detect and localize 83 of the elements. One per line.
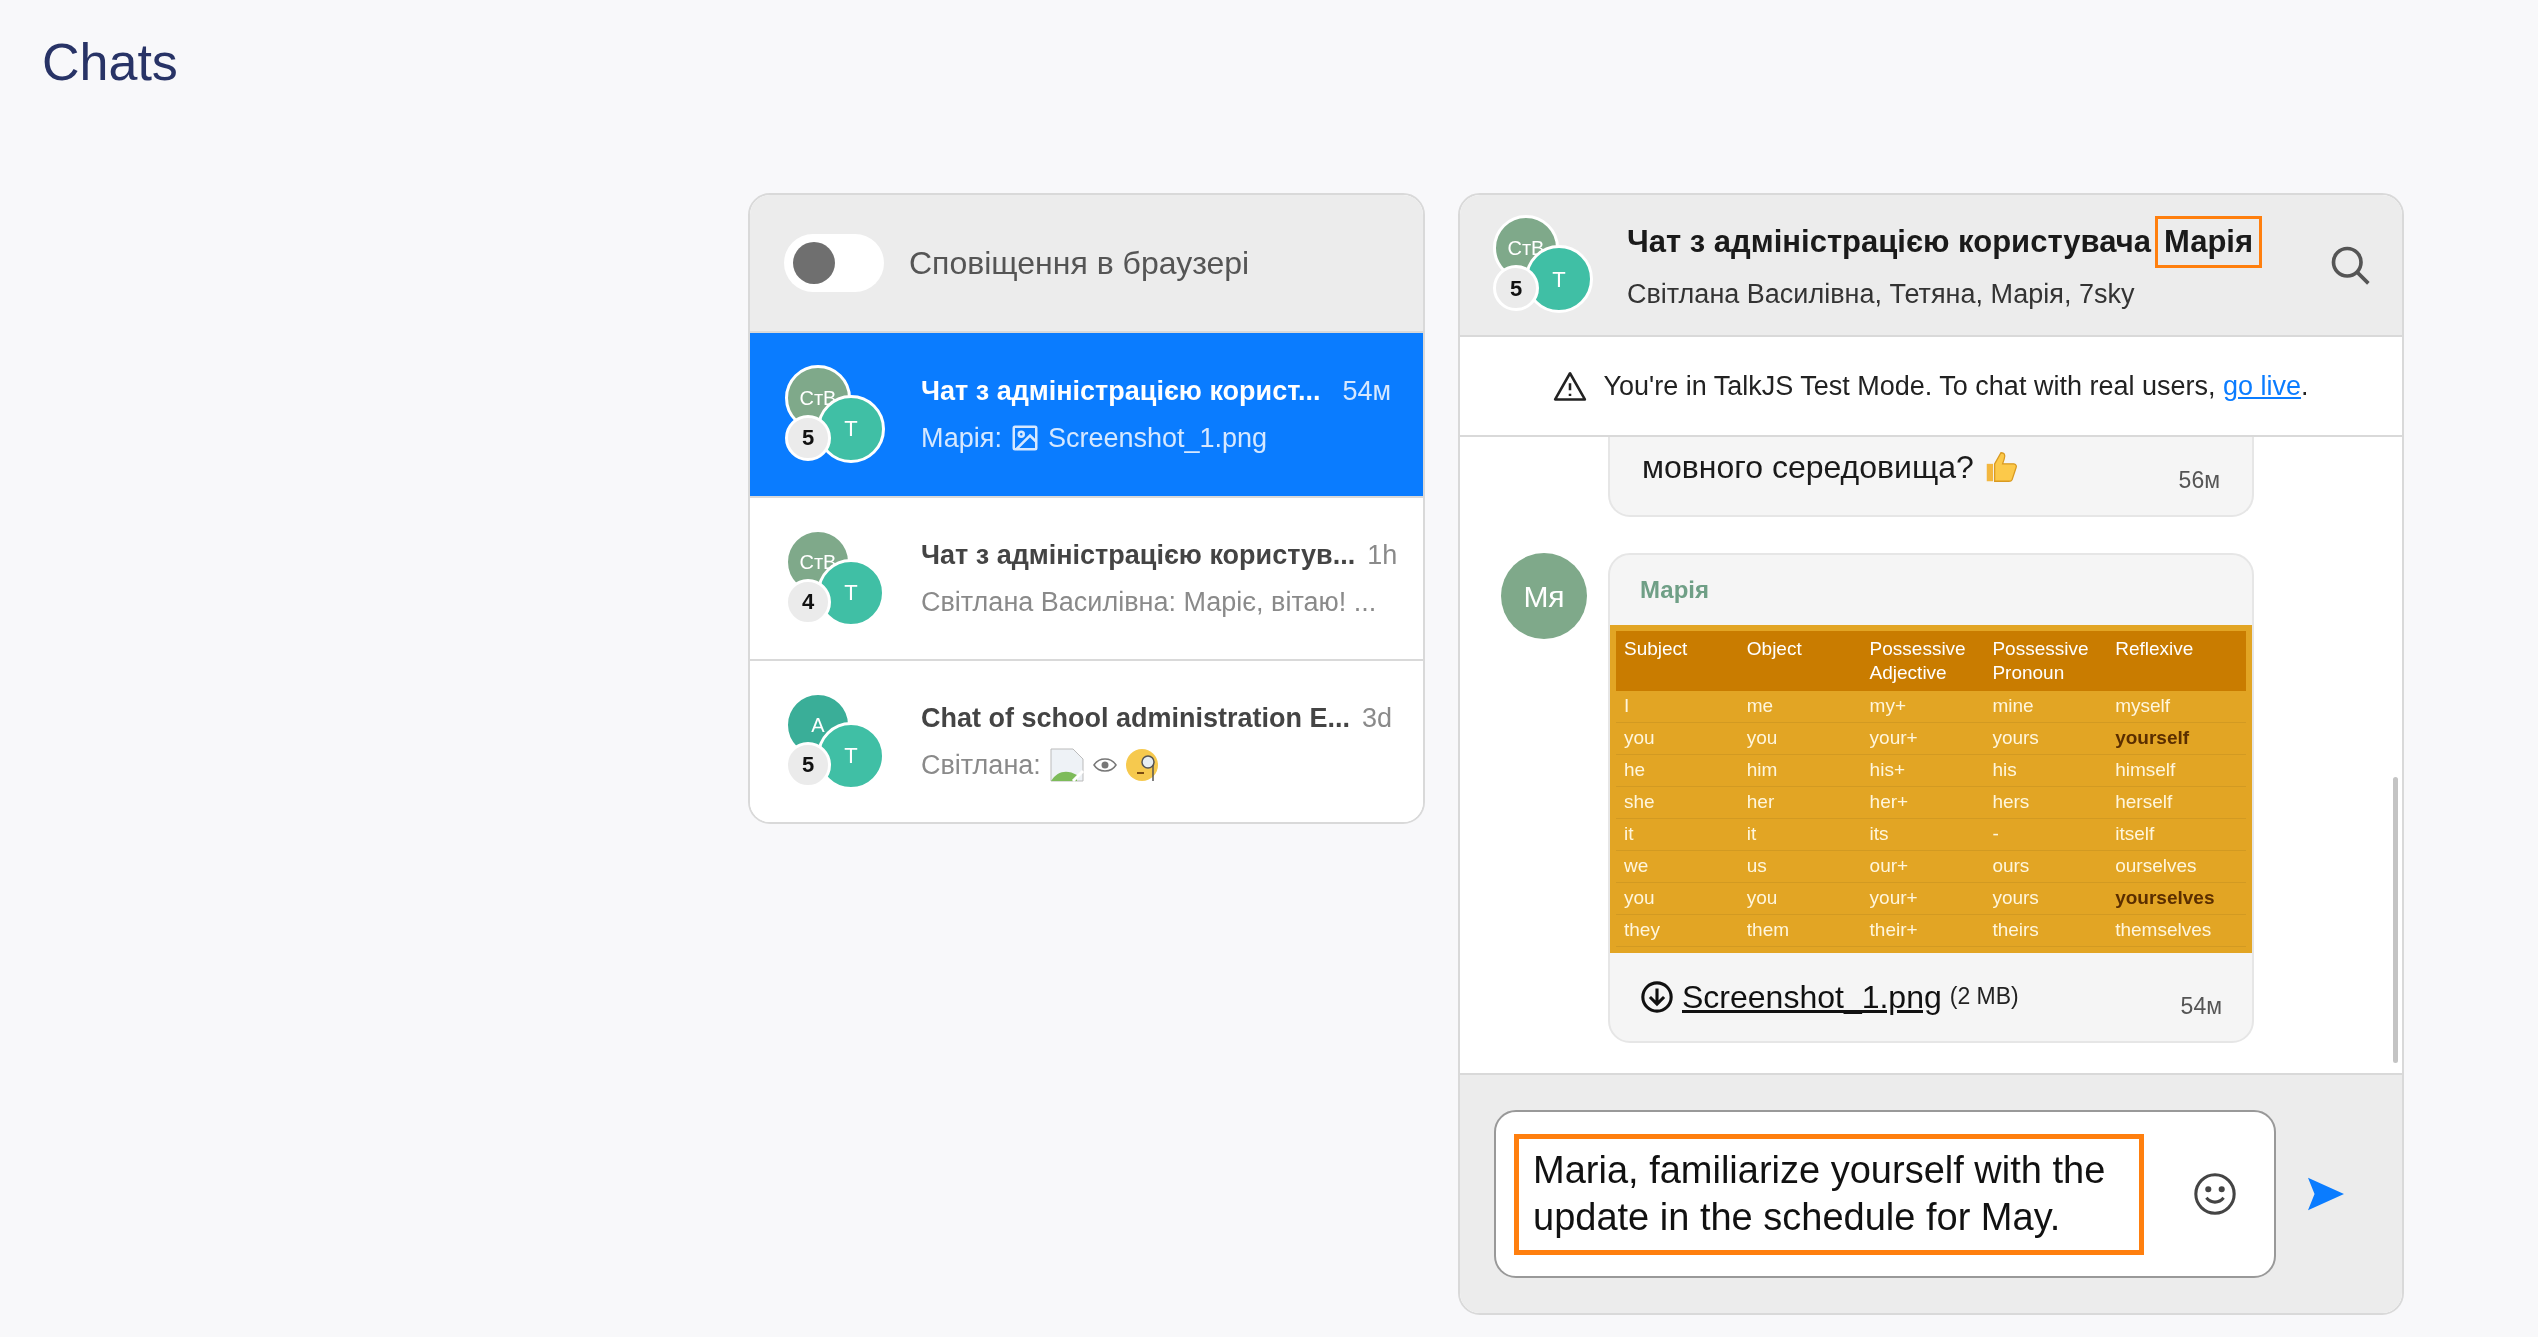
table-cell-text: she bbox=[1624, 789, 1656, 814]
table-cell-text: it bbox=[1746, 821, 1758, 846]
table-cell-text: he bbox=[1624, 757, 1647, 782]
table-cell-text: yourselves bbox=[2115, 885, 2216, 910]
table-cell-text: its bbox=[1869, 821, 1890, 846]
table-cell-text: itself bbox=[2115, 821, 2156, 846]
count-badge: 5 bbox=[1493, 265, 1539, 311]
table-cell-text: her bbox=[1746, 789, 1776, 814]
warning-icon bbox=[1553, 370, 1588, 402]
table-cell-text: us bbox=[1746, 853, 1768, 878]
conversation-title: Чат з адміністрацією корист... bbox=[921, 375, 1321, 408]
emoji-icon[interactable] bbox=[2192, 1171, 2238, 1217]
preview-sender: Марія: bbox=[921, 421, 1002, 455]
conversation-time: 1h bbox=[1367, 539, 1398, 572]
preview-text: Screenshot_1.png bbox=[1047, 421, 1268, 455]
broken-image-icon bbox=[1048, 746, 1085, 783]
table-cell-text: - bbox=[1992, 821, 2000, 846]
scrollbar-thumb[interactable] bbox=[2392, 777, 2398, 1063]
count-badge: 5 bbox=[785, 741, 831, 788]
message-input[interactable]: Maria, familiarize yourself with the update in the schedule for May. bbox=[1494, 1110, 2276, 1278]
message-text: мовного середовища? bbox=[1642, 448, 1974, 487]
chat-members: Світлана Василівна, Тетяна, Марія, 7sky bbox=[1627, 278, 2136, 311]
table-cell-text: my+ bbox=[1869, 693, 1908, 718]
table-cell-text: ourselves bbox=[2115, 853, 2198, 878]
table-cell-text: they bbox=[1624, 917, 1661, 942]
table-cell-text: her+ bbox=[1869, 789, 1910, 814]
table-cell-text: yours bbox=[1992, 885, 2040, 910]
highlighted-name: Марія bbox=[2154, 215, 2263, 268]
send-icon[interactable] bbox=[2306, 1176, 2346, 1212]
table-cell-text: yours bbox=[1992, 725, 2040, 750]
message-time: 54м bbox=[2180, 992, 2222, 1022]
file-link[interactable]: Screenshot_1.png bbox=[1682, 972, 1942, 1021]
table-cell-text: myself bbox=[2115, 693, 2172, 718]
table-cell-text: you bbox=[1624, 725, 1656, 750]
column-header: Possessive Adjective bbox=[1869, 637, 1967, 685]
count-badge: 4 bbox=[785, 578, 831, 625]
message-time: 56м bbox=[2178, 466, 2220, 495]
toggle-label: Сповіщення в браузері bbox=[909, 244, 1250, 283]
table-cell-text: himself bbox=[2115, 757, 2177, 782]
conversation-time: 3d bbox=[1362, 702, 1393, 735]
column-header: Reflexive bbox=[2115, 637, 2195, 661]
chat-title: Чат з адміністрацією користувача bbox=[1627, 222, 2151, 261]
monocle-face-icon bbox=[1124, 746, 1161, 783]
table-cell-text: we bbox=[1624, 853, 1650, 878]
conversation-title: Chat of school administration E... bbox=[921, 702, 1351, 735]
table-cell-text: ours bbox=[1992, 853, 2031, 878]
go-live-link[interactable]: go live bbox=[2222, 370, 2301, 401]
table-cell-text: me bbox=[1746, 693, 1775, 718]
table-cell-text: themselves bbox=[2115, 917, 2213, 942]
preview-text: Світлана Василівна: Маріє, вітаю! ... bbox=[921, 585, 1378, 619]
count-badge: 5 bbox=[785, 414, 831, 461]
table-cell-text: your+ bbox=[1869, 725, 1919, 750]
table-cell-text: I bbox=[1624, 693, 1631, 718]
table-cell-text: your+ bbox=[1869, 885, 1919, 910]
preview-sender: Світлана: bbox=[921, 748, 1041, 782]
message-sender: Марія bbox=[1640, 575, 1709, 605]
table-cell-text: hers bbox=[1992, 789, 2031, 814]
table-cell-text: their+ bbox=[1869, 917, 1919, 942]
author-avatar: Мя bbox=[1501, 553, 1587, 639]
column-header: Object bbox=[1746, 637, 1803, 661]
file-size: (2 MB) bbox=[1949, 982, 2019, 1012]
table-cell-text: theirs bbox=[1992, 917, 2040, 942]
column-header: Possessive Pronoun bbox=[1992, 637, 2090, 685]
column-header: Subject bbox=[1624, 637, 1689, 661]
message-text: Maria, familiarize yourself with the update in the schedule for May. bbox=[1514, 1133, 2144, 1255]
table-cell-text: his+ bbox=[1869, 757, 1906, 782]
banner-text: You're in TalkJS Test Mode. To chat with real users, go live. bbox=[1603, 369, 2309, 403]
page-title: Chats bbox=[42, 32, 178, 93]
table-cell-text: yourself bbox=[2115, 725, 2191, 750]
table-cell-text: herself bbox=[2115, 789, 2174, 814]
conversation-title: Чат з адміністрацією користув... bbox=[921, 539, 1356, 572]
eye-icon bbox=[1092, 756, 1117, 773]
table-cell-text: mine bbox=[1992, 693, 2035, 718]
table-cell-text: his bbox=[1992, 757, 2018, 782]
conversation-time: 54м bbox=[1342, 375, 1391, 408]
table-cell-text: them bbox=[1746, 917, 1791, 942]
table-cell-text: you bbox=[1746, 885, 1779, 910]
table-cell-text: you bbox=[1624, 885, 1656, 910]
download-icon[interactable] bbox=[1640, 979, 1674, 1014]
table-cell-text: it bbox=[1624, 821, 1635, 846]
table-cell-text: you bbox=[1746, 725, 1779, 750]
table-cell-text: our+ bbox=[1869, 853, 1910, 878]
table-cell-text: him bbox=[1746, 757, 1779, 782]
